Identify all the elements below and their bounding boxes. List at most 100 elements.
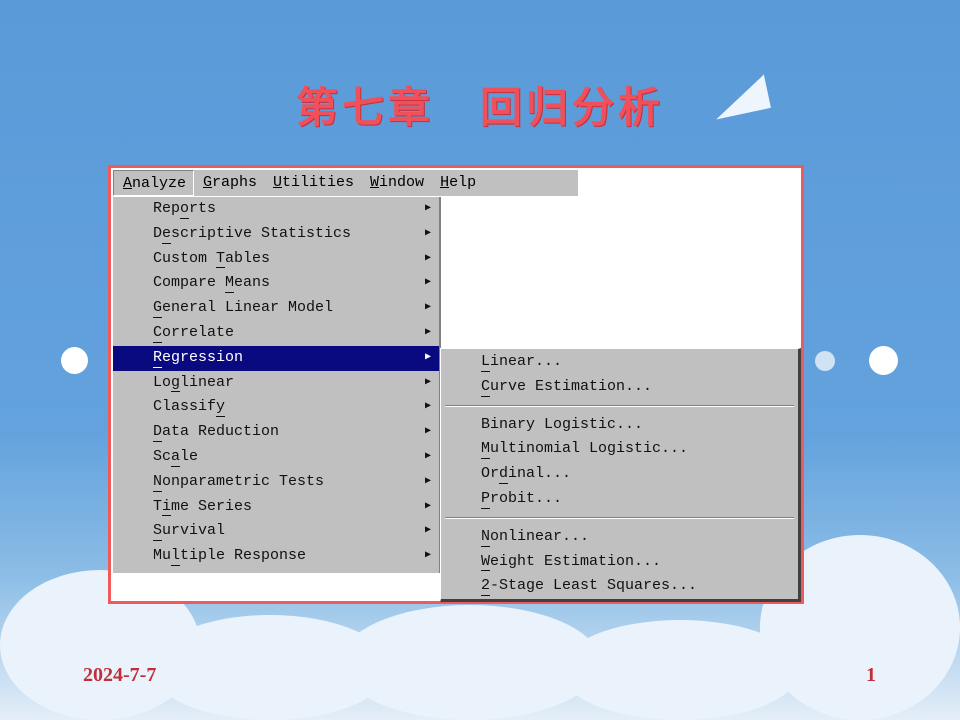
mnemonic-underline	[153, 316, 162, 318]
menu-label-text: Classify	[153, 398, 226, 416]
menu-label: Ordinal...	[481, 462, 571, 487]
menu-separator	[445, 404, 794, 407]
submenu-arrow-icon: ▶	[425, 203, 432, 214]
menu-label-text: Utilities	[273, 174, 355, 191]
menu-label: Classify	[153, 395, 225, 420]
menu-item-descriptive-statistics[interactable]: Descriptive Statistics ▶	[113, 222, 439, 247]
menu-item-correlate[interactable]: Correlate ▶	[113, 321, 439, 346]
menu-item-loglinear[interactable]: Loglinear ▶	[113, 371, 439, 396]
menu-window[interactable]: Window	[361, 170, 431, 196]
submenu-arrow-icon: ▶	[425, 500, 432, 512]
menu-label-text: Loglinear	[153, 373, 235, 391]
menu-label: Compare Means	[153, 271, 270, 296]
menu-label: Graphs	[203, 174, 257, 191]
menu-item-multinomial-logistic[interactable]: Multinomial Logistic...	[441, 437, 798, 462]
mnemonic-underline	[162, 242, 171, 244]
mnemonic-underline	[499, 482, 508, 484]
mnemonic-underline	[216, 267, 225, 269]
mnemonic-underline	[481, 595, 490, 597]
decor-dot	[869, 346, 898, 375]
menu-item-compare-means[interactable]: Compare Means ▶	[113, 271, 439, 296]
mnemonic-underline	[481, 545, 490, 547]
submenu-arrow-icon: ▶	[425, 401, 432, 413]
mnemonic-underline	[153, 540, 162, 542]
menu-label: Weight Estimation...	[481, 550, 661, 575]
menu-graphs[interactable]: Graphs	[194, 170, 264, 196]
mnemonic-underline	[153, 366, 162, 368]
menu-label: Survival	[153, 519, 225, 544]
submenu-arrow-icon: ▶	[425, 550, 432, 562]
mnemonic-underline	[171, 391, 180, 393]
menu-item-survival[interactable]: Survival ▶	[113, 519, 439, 544]
menu-label-text: Curve Estimation...	[481, 377, 653, 395]
menu-label: Scale	[153, 445, 198, 470]
menu-label: Regression	[153, 346, 243, 371]
menu-label: Correlate	[153, 321, 234, 346]
menu-label-text: General Linear Model	[153, 299, 334, 317]
menu-label: Descriptive Statistics	[153, 222, 351, 247]
menu-item-multiple-response[interactable]: Multiple Response ▶	[113, 544, 439, 569]
menu-label: Help	[440, 174, 476, 191]
menu-item-nonlinear[interactable]: Nonlinear...	[441, 525, 798, 550]
mnemonic-underline	[123, 188, 132, 189]
menu-item-linear[interactable]: Linear...	[441, 350, 798, 375]
menu-label-text: 2-Stage Least Squares...	[481, 577, 698, 595]
menu-label-text: Correlate	[153, 323, 235, 341]
mnemonic-underline	[153, 490, 162, 492]
slide-title: 第七章 回归分析	[295, 83, 664, 132]
slide-date: 2024-7-7	[83, 664, 157, 686]
analyze-menu: Reports ▶ Descriptive Statistics ▶ Custom Ta…	[113, 197, 441, 573]
mnemonic-underline	[153, 440, 162, 442]
menu-help[interactable]: Help	[431, 170, 483, 196]
menu-label: Linear...	[481, 350, 562, 375]
submenu-arrow-icon: ▶	[425, 351, 432, 363]
menu-item-curve-estimation[interactable]: Curve Estimation...	[441, 375, 798, 400]
submenu-arrow-icon: ▶	[425, 252, 432, 264]
menu-label-text: Data Reduction	[153, 423, 280, 441]
menu-item-binary-logistic[interactable]: Binary Logistic...	[441, 413, 798, 438]
menu-analyze[interactable]: Analyze	[113, 170, 195, 196]
menu-item-probit[interactable]: Probit...	[441, 487, 798, 512]
mnemonic-underline	[225, 292, 234, 294]
menu-item-custom-tables[interactable]: Custom Tables ▶	[113, 247, 439, 272]
submenu-arrow-icon: ▶	[425, 426, 432, 438]
menu-label-text: Weight Estimation...	[481, 552, 662, 570]
mnemonic-underline	[440, 187, 450, 188]
menu-label-text: Compare Means	[153, 274, 271, 292]
menu-label: Nonparametric Tests	[153, 470, 324, 495]
menu-label-text: Nonlinear...	[481, 527, 590, 545]
menu-item-reports[interactable]: Reports ▶	[113, 197, 439, 222]
menu-label-text: Multinomial Logistic...	[481, 440, 689, 458]
spss-screenshot: Analyze Graphs Utilities Window Help Reports…	[108, 165, 804, 604]
menu-item-weight-estimation[interactable]: Weight Estimation...	[441, 550, 798, 575]
menu-label-text: Scale	[153, 447, 199, 465]
mnemonic-underline	[203, 187, 213, 188]
mnemonic-underline	[216, 416, 225, 418]
menu-item-2-stage-least-squares[interactable]: 2-Stage Least Squares...	[441, 574, 798, 599]
menu-item-regression[interactable]: Regression ▶	[113, 345, 439, 371]
mnemonic-underline	[153, 341, 162, 343]
menu-item-data-reduction[interactable]: Data Reduction ▶	[113, 420, 439, 445]
menu-label: Multiple Response	[153, 544, 306, 569]
mnemonic-underline	[171, 564, 180, 566]
submenu-arrow-icon: ▶	[425, 450, 432, 462]
menu-item-nonparametric-tests[interactable]: Nonparametric Tests ▶	[113, 470, 439, 495]
mnemonic-underline	[481, 395, 490, 397]
menu-item-time-series[interactable]: Time Series ▶	[113, 495, 439, 520]
menu-label: Time Series	[153, 495, 252, 520]
menu-utilities[interactable]: Utilities	[264, 170, 361, 196]
submenu-arrow-icon: ▶	[425, 525, 432, 537]
page-number: 1	[866, 664, 876, 686]
menu-item-general-linear-model[interactable]: General Linear Model ▶	[113, 296, 439, 321]
menu-label-text: Analyze	[123, 175, 187, 192]
menu-label: Utilities	[273, 174, 354, 191]
menu-item-classify[interactable]: Classify ▶	[113, 395, 439, 420]
menu-label: 2-Stage Least Squares...	[481, 574, 697, 599]
menu-label-text: Reports	[153, 200, 217, 217]
menu-label-text: Help	[440, 174, 477, 191]
menu-item-ordinal[interactable]: Ordinal...	[441, 462, 798, 487]
mnemonic-underline	[481, 458, 490, 460]
menu-item-scale[interactable]: Scale ▶	[113, 445, 439, 470]
menu-label: Data Reduction	[153, 420, 279, 445]
menu-label-text: Probit...	[481, 489, 563, 507]
